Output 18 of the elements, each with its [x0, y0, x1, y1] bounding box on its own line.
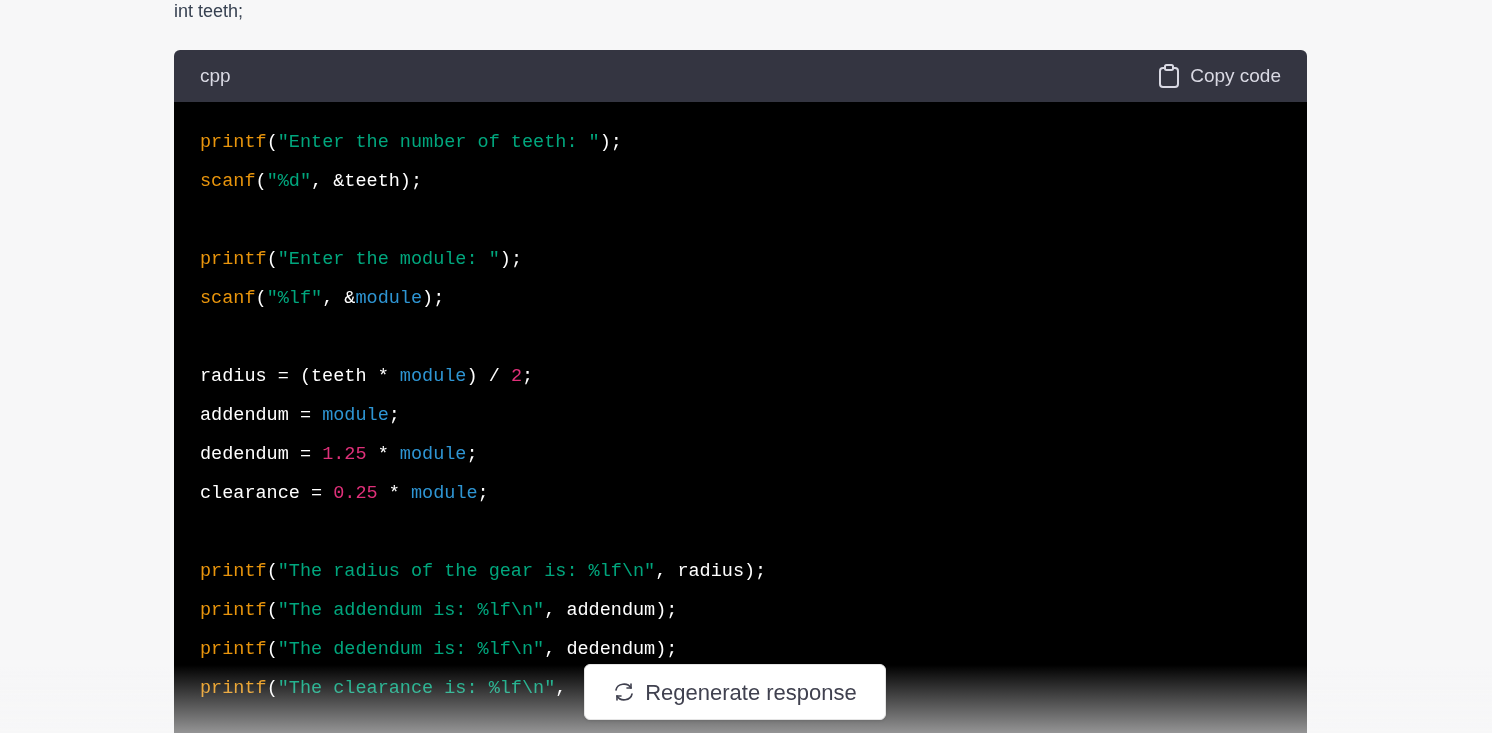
code-line: clearance = 0.25 * module;: [200, 482, 489, 506]
code-line: printf("The dedendum is: %lf\n", dedendum);: [200, 638, 678, 662]
clipboard-icon: [1158, 64, 1181, 88]
code-line: printf("Enter the module: ");: [200, 248, 522, 272]
code-line: scanf("%lf", &module);: [200, 287, 445, 311]
copy-code-button[interactable]: Copy code: [1158, 61, 1281, 91]
regenerate-button[interactable]: Regenerate response: [584, 664, 886, 720]
code-line: dedendum = 1.25 * module;: [200, 443, 478, 467]
language-label: cpp: [200, 63, 231, 88]
paragraph-text: int teeth;: [174, 0, 244, 22]
code-line: addendum = module;: [200, 404, 400, 428]
code-line: printf("The radius of the gear is: %lf\n", radius);: [200, 560, 767, 584]
code-line: scanf("%d", &teeth);: [200, 170, 423, 194]
code-line: printf("The addendum is: %lf\n", addendum);: [200, 599, 678, 623]
code-line: printf("Enter the number of teeth: ");: [200, 131, 622, 155]
refresh-icon: [613, 682, 636, 702]
code-line: radius = (teeth * module) / 2;: [200, 365, 534, 389]
code-line: printf("The clearance is: %lf\n",: [200, 677, 567, 701]
